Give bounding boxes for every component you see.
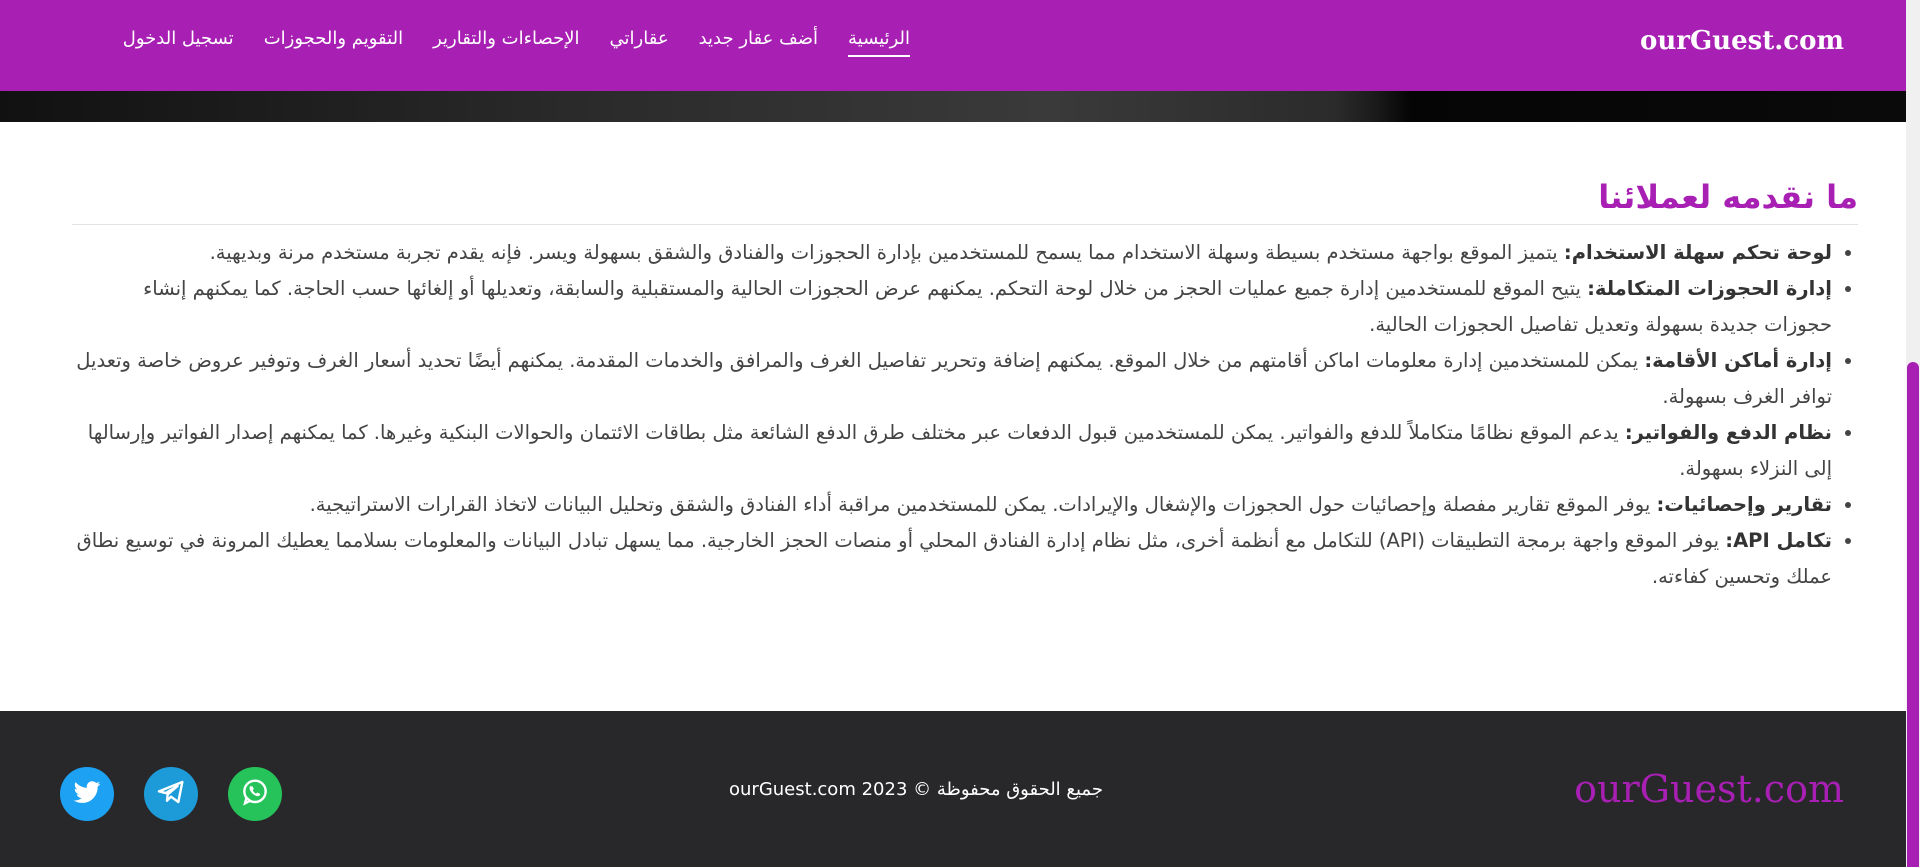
- features-list: لوحة تحكم سهلة الاستخدام: يتميز الموقع ب…: [72, 235, 1858, 595]
- scrollbar-thumb[interactable]: [1907, 362, 1919, 867]
- nav-link-my-properties[interactable]: عقاراتي: [610, 28, 669, 57]
- feature-item: تكامل API: يوفر الموقع واجهة برمجة التطب…: [72, 523, 1832, 595]
- feature-title: تقارير وإحصائيات:: [1656, 493, 1832, 516]
- scrollbar[interactable]: [1906, 0, 1920, 867]
- feature-text: يوفر الموقع واجهة برمجة التطبيقات (API) …: [76, 529, 1832, 588]
- nav-menu: الرئيسية أضف عقار جديد عقاراتي الإحصاءات…: [123, 28, 910, 57]
- telegram-icon: [155, 776, 187, 812]
- feature-title: إدارة الحجوزات المتكاملة:: [1587, 277, 1832, 300]
- feature-title: نظام الدفع والفواتير:: [1624, 421, 1832, 444]
- feature-title: إدارة أماكن الأقامة:: [1644, 349, 1832, 372]
- feature-item: لوحة تحكم سهلة الاستخدام: يتميز الموقع ب…: [72, 235, 1832, 271]
- brand-logo[interactable]: ourGuest.com: [1640, 26, 1844, 56]
- feature-text: يدعم الموقع نظامًا متكاملاً للدفع والفوا…: [87, 421, 1832, 480]
- copyright-text: جميع الحقوق محفوظة © 2023 ourGuest.com: [729, 779, 1103, 800]
- twitter-icon: [71, 776, 103, 812]
- whatsapp-link[interactable]: [228, 767, 282, 821]
- feature-item: إدارة الحجوزات المتكاملة: يتيح الموقع لل…: [72, 271, 1832, 343]
- nav-link-home[interactable]: الرئيسية: [848, 28, 910, 57]
- footer: ourGuest.com جميع الحقوق محفوظة © 2023 o…: [0, 711, 1906, 867]
- feature-item: إدارة أماكن الأقامة: يمكن للمستخدمين إدا…: [72, 343, 1832, 415]
- feature-text: يتميز الموقع بواجهة مستخدم بسيطة وسهلة ا…: [209, 241, 1564, 264]
- section-title: ما نقدمه لعملائنا: [72, 178, 1858, 225]
- whatsapp-icon: [239, 776, 271, 812]
- page: ourGuest.com الرئيسية أضف عقار جديد عقار…: [0, 0, 1920, 867]
- features-section: ما نقدمه لعملائنا لوحة تحكم سهلة الاستخد…: [72, 178, 1858, 595]
- feature-item: نظام الدفع والفواتير: يدعم الموقع نظامًا…: [72, 415, 1832, 487]
- feature-item: تقارير وإحصائيات: يوفر الموقع تقارير مفص…: [72, 487, 1832, 523]
- feature-text: يتيح الموقع للمستخدمين إدارة جميع عمليات…: [143, 277, 1832, 336]
- nav-link-add-property[interactable]: أضف عقار جديد: [699, 28, 818, 57]
- nav-link-statistics[interactable]: الإحصاءات والتقارير: [433, 28, 579, 57]
- feature-text: يمكن للمستخدمين إدارة معلومات اماكن أقام…: [76, 349, 1832, 408]
- nav-link-login[interactable]: تسجيل الدخول: [123, 28, 234, 57]
- navbar: ourGuest.com الرئيسية أضف عقار جديد عقار…: [0, 0, 1906, 91]
- twitter-link[interactable]: [60, 767, 114, 821]
- footer-brand[interactable]: ourGuest.com: [1574, 767, 1844, 811]
- telegram-link[interactable]: [144, 767, 198, 821]
- feature-text: يوفر الموقع تقارير مفصلة وإحصائيات حول ا…: [309, 493, 1657, 516]
- feature-title: تكامل API:: [1725, 529, 1832, 552]
- nav-link-calendar[interactable]: التقويم والحجوزات: [264, 28, 403, 57]
- feature-title: لوحة تحكم سهلة الاستخدام:: [1563, 241, 1832, 264]
